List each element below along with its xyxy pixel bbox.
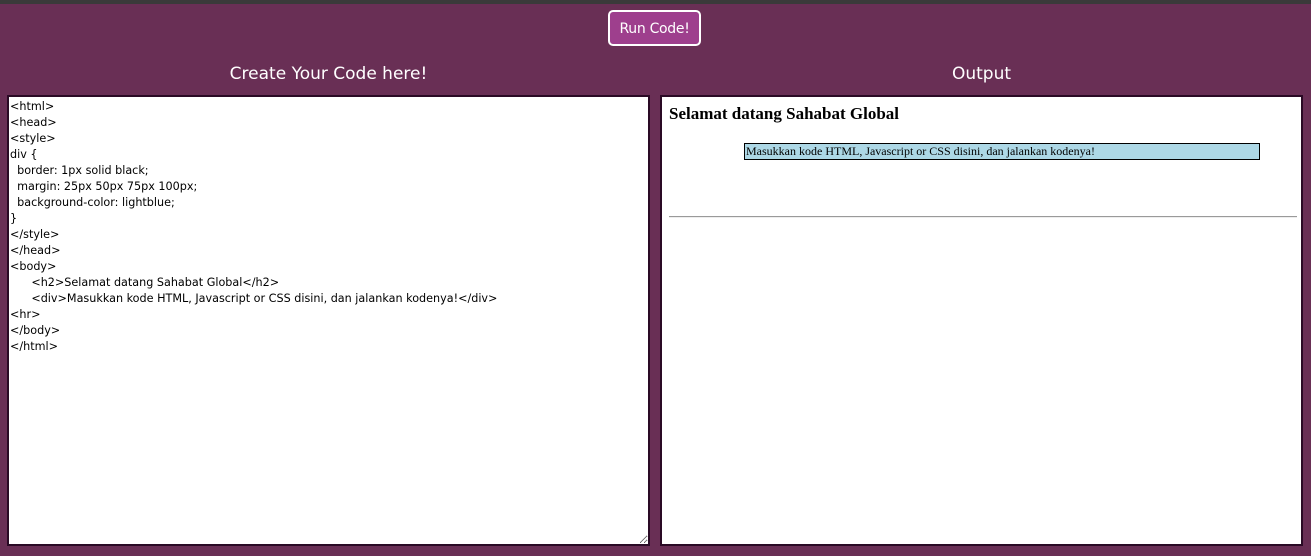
code-editor-textarea[interactable] bbox=[7, 95, 650, 546]
output-panel-title: Output bbox=[951, 64, 1012, 84]
output-horizontal-rule bbox=[669, 216, 1297, 218]
output-lightblue-div: Masukkan kode HTML, Javascript or CSS di… bbox=[744, 143, 1260, 160]
output-frame[interactable]: Selamat datang Sahabat Global Masukkan k… bbox=[660, 95, 1303, 546]
run-code-button[interactable]: Run Code! bbox=[608, 10, 701, 46]
output-heading: Selamat datang Sahabat Global bbox=[669, 104, 900, 123]
editor-panel-title: Create Your Code here! bbox=[229, 64, 428, 84]
window-top-strip bbox=[0, 0, 1311, 4]
